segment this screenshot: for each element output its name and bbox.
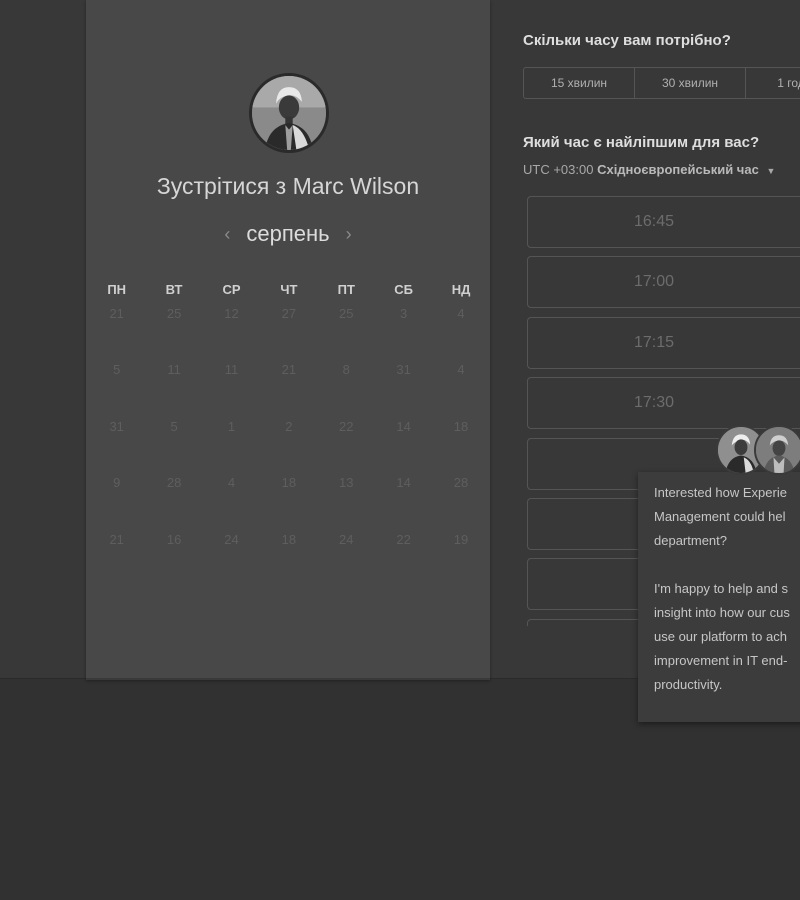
- calendar-day: 25: [166, 306, 182, 321]
- month-navigation: ‹ серпень ›: [86, 221, 490, 247]
- calendar-day: 22: [339, 418, 354, 434]
- calendar-day: 22: [396, 531, 411, 547]
- time-slot-label: 17:30: [633, 394, 675, 412]
- calendar-day: 8: [342, 362, 350, 378]
- calendar-day: 21: [109, 531, 124, 547]
- calendar-day: 9: [113, 475, 121, 491]
- calendar-day: 1: [227, 418, 236, 434]
- calendar-day: 28: [453, 475, 469, 491]
- calendar-day: 14: [396, 418, 411, 434]
- calendar-day: 2: [285, 418, 293, 434]
- calendar-day: 12: [224, 306, 239, 321]
- timezone-offset: UTC +03:00: [523, 162, 594, 177]
- calendar-day: 5: [170, 418, 178, 434]
- time-slot-label: 16:45: [633, 213, 675, 230]
- calendar-day: 14: [396, 475, 411, 491]
- calendar-card: Зустрітися з Marc Wilson ‹ серпень › ПН …: [86, 0, 490, 680]
- calendar-day: 21: [109, 306, 124, 321]
- chat-agent-avatars[interactable]: [716, 425, 800, 475]
- calendar-day: 3: [400, 306, 408, 321]
- time-slot[interactable]: 17:15: [527, 316, 800, 369]
- calendar-day: 4: [457, 362, 465, 378]
- duration-option-60[interactable]: 1 година: [746, 68, 800, 98]
- weekday-label: ЧТ: [280, 282, 298, 297]
- calendar-day: 4: [457, 306, 465, 321]
- weekday-label: ПТ: [337, 282, 355, 297]
- chat-message-line: I'm happy to help and s: [654, 581, 789, 596]
- chevron-left-icon[interactable]: ‹: [224, 225, 230, 243]
- calendar-day: 11: [167, 362, 181, 378]
- calendar-day: 18: [453, 418, 469, 434]
- calendar-day: 31: [396, 362, 411, 378]
- chat-message-line: department?: [654, 533, 727, 548]
- time-slot[interactable]: 17:30: [527, 377, 800, 430]
- chat-message-line: Management could hel: [654, 509, 786, 524]
- chat-message-line: improvement in IT end-: [654, 653, 788, 668]
- chevron-right-icon[interactable]: ›: [346, 225, 352, 243]
- booking-page: Зустрітися з Marc Wilson ‹ серпень › ПН …: [0, 0, 800, 900]
- weekday-label: ВТ: [165, 282, 183, 297]
- weekday-header: ПН ВТ СР ЧТ ПТ СБ НД: [88, 282, 488, 297]
- time-slot-label: 17:15: [633, 333, 675, 351]
- person-icon: [252, 76, 326, 150]
- time-slot-label: 17:00: [633, 273, 675, 291]
- calendar-day: 27: [281, 306, 297, 321]
- duration-option-15[interactable]: 15 хвилин: [524, 68, 635, 98]
- timezone-selector[interactable]: UTC +03:00 Східноєвропейський час ▼: [523, 162, 775, 177]
- calendar-day: 18: [281, 475, 297, 491]
- calendar-day: 28: [166, 475, 182, 491]
- duration-selector: 15 хвилин 30 хвилин 1 година: [523, 67, 800, 99]
- calendar-day: 18: [281, 531, 297, 547]
- duration-question: Скільки часу вам потрібно?: [523, 32, 731, 49]
- host-name: Marc Wilson: [292, 173, 420, 199]
- caret-down-icon: ▼: [766, 166, 776, 176]
- chat-message-line: Interested how Experie: [654, 485, 787, 500]
- calendar-day: 31: [109, 418, 124, 434]
- calendar-day: 21: [281, 362, 297, 378]
- calendar-day: 25: [339, 306, 354, 321]
- time-slot[interactable]: 16:45: [527, 196, 800, 248]
- meeting-title-prefix: Зустрітися з: [156, 173, 287, 199]
- calendar-day: 11: [224, 362, 239, 378]
- timezone-name: Східноєвропейський час: [597, 162, 759, 177]
- calendar-day: 4: [227, 475, 236, 491]
- chat-message-popup[interactable]: Interested how Experie Management could …: [638, 472, 800, 722]
- calendar-day: 19: [453, 531, 469, 547]
- calendar-grid: 21 25 12 27 25 3 4 5 11 11 21 8 31 4 31 …: [88, 306, 488, 588]
- person-icon: [756, 427, 800, 473]
- chat-message-line: insight into how our cus: [654, 605, 790, 620]
- chat-message-line: use our platform to ach: [654, 629, 787, 644]
- host-avatar: [249, 73, 329, 153]
- weekday-label: НД: [451, 282, 471, 297]
- calendar-day: 16: [166, 531, 182, 547]
- calendar-day: 24: [224, 531, 239, 547]
- time-question: Який час є найліпшим для вас?: [523, 134, 760, 151]
- weekday-label: СР: [222, 282, 241, 297]
- duration-option-30[interactable]: 30 хвилин: [635, 68, 746, 98]
- month-label: серпень: [246, 221, 330, 246]
- meeting-title: Зустрітися з Marc Wilson: [86, 173, 490, 200]
- calendar-day: 13: [339, 475, 354, 491]
- weekday-label: ПН: [107, 282, 127, 297]
- chat-agent-avatar: [754, 425, 800, 475]
- weekday-label: СБ: [394, 282, 414, 297]
- chat-message-line: productivity.: [654, 677, 723, 692]
- calendar-day: 5: [113, 362, 121, 378]
- time-slot[interactable]: 17:00: [527, 256, 800, 309]
- calendar-day: 24: [339, 531, 354, 547]
